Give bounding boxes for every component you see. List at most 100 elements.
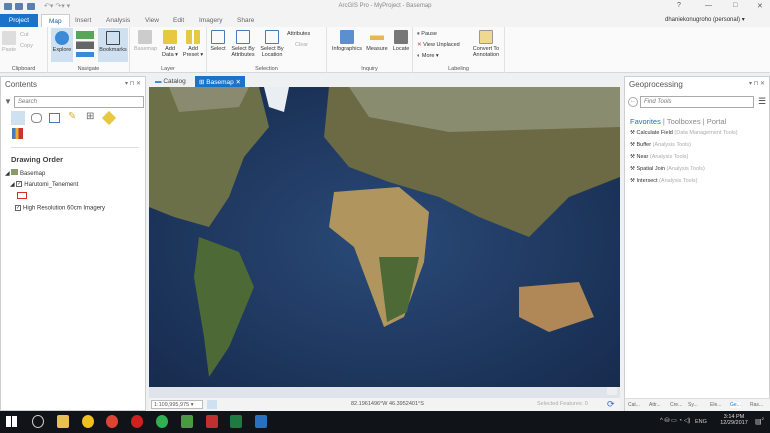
tray-icons[interactable]: ^ ⛁ ▭ ◔ ◁) — [660, 417, 690, 424]
excel-icon[interactable] — [230, 415, 242, 428]
labeling-group: ⏸ Pause ✕ View Unplaced ◐ More ▾ Convert… — [413, 27, 505, 73]
list-by-data-source-icon[interactable] — [31, 113, 42, 123]
polygon-symbol-icon[interactable] — [17, 192, 27, 199]
copy-button[interactable]: Copy — [20, 43, 33, 49]
coordinate-readout: 82.1961496°W 46.3952401°S — [351, 401, 424, 407]
minimize-button[interactable]: — — [705, 2, 712, 9]
tab-geoprocessing-pane[interactable]: Ge... — [730, 402, 741, 408]
view-unplaced-button[interactable]: ✕ View Unplaced — [417, 42, 460, 48]
add-preset-button[interactable]: Add Preset ▾ — [182, 30, 204, 58]
tab-view[interactable]: View — [138, 14, 166, 27]
list-by-selection-icon[interactable] — [49, 113, 60, 123]
tool-near[interactable]: ⚒ Near (Analysis Tools) — [630, 154, 688, 160]
map-status-bar: 1:109,995,975 ▾ 82.1961496°W 46.3952401°… — [149, 398, 620, 411]
attributes-button[interactable]: Attributes — [287, 31, 310, 37]
navigate-tools-icon[interactable] — [76, 31, 94, 57]
navigate-group: Explore Bookmarks Navigate — [48, 27, 130, 73]
file-explorer-icon[interactable] — [57, 415, 69, 428]
nav-toolboxes[interactable]: Toolboxes — [667, 117, 701, 126]
tab-imagery[interactable]: Imagery — [192, 14, 229, 27]
tab-catalog[interactable]: ▬ Catalog — [151, 77, 190, 87]
tool-buffer[interactable]: ⚒ Buffer (Analysis Tools) — [630, 142, 691, 148]
layer-checkbox[interactable]: ✓ — [16, 181, 23, 188]
layer-checkbox[interactable]: ✓ — [15, 205, 21, 211]
tab-symbology-pane[interactable]: Sy... — [688, 402, 698, 408]
back-icon[interactable]: ← — [628, 97, 638, 107]
tab-create-features-pane[interactable]: Cre... — [670, 402, 682, 408]
clock[interactable]: 3:14 PM 12/29/2017 — [718, 414, 750, 426]
menu-icon[interactable]: ☰ — [758, 96, 766, 107]
map-view[interactable] — [149, 87, 620, 398]
scale-dropdown[interactable]: 1:109,995,975 ▾ — [151, 400, 203, 409]
start-icon[interactable] — [6, 416, 17, 427]
pane-controls[interactable]: ▾ ⊓ ✕ — [749, 80, 765, 87]
tool-intersect[interactable]: ⚒ Intersect (Analysis Tools) — [630, 178, 698, 184]
grid-snapping-icons[interactable] — [207, 400, 237, 409]
list-by-labeling-icon[interactable] — [101, 110, 117, 126]
bookmarks-button[interactable]: Bookmarks — [98, 28, 128, 62]
clear-button[interactable]: Clear — [295, 42, 308, 48]
nav-favorites[interactable]: Favorites — [630, 117, 661, 126]
tab-raster-pane[interactable]: Ras... — [750, 402, 763, 408]
pane-controls[interactable]: ▾ ⊓ ✕ — [125, 80, 141, 87]
tool-spatial-join[interactable]: ⚒ Spatial Join (Analysis Tools) — [630, 166, 705, 172]
paste-button[interactable]: Paste — [2, 31, 16, 53]
basemap-button[interactable]: Basemap — [134, 30, 157, 52]
measure-button[interactable]: Measure — [365, 30, 389, 52]
pause-button[interactable]: ⏸ Pause — [417, 31, 437, 38]
tab-analysis[interactable]: Analysis — [99, 14, 137, 27]
select-by-location-button[interactable]: Select By Location — [258, 30, 286, 58]
ribbon: Paste Cut Copy Clipboard Explore Bookmar… — [0, 27, 770, 73]
close-button[interactable]: ✕ — [757, 2, 763, 10]
tab-project[interactable]: Project — [0, 14, 38, 27]
tab-edit[interactable]: Edit — [166, 14, 191, 27]
select-button[interactable]: Select — [209, 30, 227, 52]
divider — [11, 147, 139, 148]
nav-portal[interactable]: Portal — [707, 117, 727, 126]
list-by-editing-icon[interactable]: ✎ — [68, 111, 76, 122]
tab-insert[interactable]: Insert — [68, 14, 98, 27]
chrome-icon[interactable] — [106, 415, 118, 428]
notification-icon[interactable]: ▤2 — [755, 416, 764, 425]
list-by-charts-icon[interactable] — [12, 128, 23, 139]
norton-icon[interactable] — [82, 415, 94, 428]
language-indicator[interactable]: ENG — [695, 419, 707, 425]
arcgis-pro-icon[interactable] — [255, 415, 267, 428]
tab-share[interactable]: Share — [230, 14, 261, 27]
add-data-button[interactable]: Add Data ▾ — [160, 30, 180, 58]
tool-calculate-field[interactable]: ⚒ Calculate Field (Data Management Tools… — [630, 130, 738, 136]
locate-button[interactable]: Locate — [390, 30, 412, 52]
selected-features[interactable]: Selected Features: 0 — [537, 401, 588, 407]
tab-element-pane[interactable]: Ele... — [710, 402, 721, 408]
access-icon[interactable] — [206, 415, 218, 428]
tab-attributes-pane[interactable]: Attr... — [649, 402, 661, 408]
contents-search-input[interactable]: Search — [14, 96, 144, 108]
select-by-attributes-button[interactable]: Select By Attributes — [229, 30, 257, 58]
list-by-snapping-icon[interactable]: ⊞ — [86, 111, 94, 122]
find-tools-input[interactable]: Find Tools — [640, 96, 754, 108]
help-button[interactable]: ? — [677, 2, 681, 9]
layer-harutomi-tenement[interactable]: ◢ ✓ Harutomi_Tenement — [10, 181, 78, 188]
layer-basemap[interactable]: ◢ Basemap — [5, 169, 45, 177]
explore-button[interactable]: Explore — [51, 28, 73, 62]
tab-map[interactable]: Map — [41, 14, 70, 27]
cut-button[interactable]: Cut — [20, 32, 29, 38]
tab-catalog-pane[interactable]: Cat... — [628, 402, 640, 408]
close-tab-icon[interactable]: ✕ — [236, 79, 241, 86]
measure-icon — [370, 30, 384, 44]
restore-button[interactable]: □ — [733, 2, 737, 9]
whatsapp-icon[interactable] — [156, 415, 168, 428]
tab-basemap[interactable]: ⊞ Basemap ✕ — [195, 76, 245, 87]
filter-icon[interactable]: ▼ — [4, 97, 12, 106]
search-icon[interactable] — [32, 415, 44, 428]
map-overview-icon[interactable] — [607, 387, 617, 395]
infographics-button[interactable]: Infographics — [330, 30, 364, 52]
convert-to-annotation-button[interactable]: Convert To Annotation — [469, 30, 503, 58]
user-account[interactable]: dhaniekonugroho (personal) ▾ — [665, 16, 745, 23]
layer-imagery[interactable]: ✓ High Resolution 60cm Imagery — [15, 205, 105, 212]
map-app-icon[interactable] — [181, 415, 193, 428]
more-button[interactable]: ◐ More ▾ — [417, 53, 439, 59]
opera-icon[interactable] — [131, 415, 143, 428]
list-by-drawing-order-icon[interactable] — [11, 111, 25, 125]
refresh-icon[interactable]: ⟳ — [607, 399, 615, 410]
